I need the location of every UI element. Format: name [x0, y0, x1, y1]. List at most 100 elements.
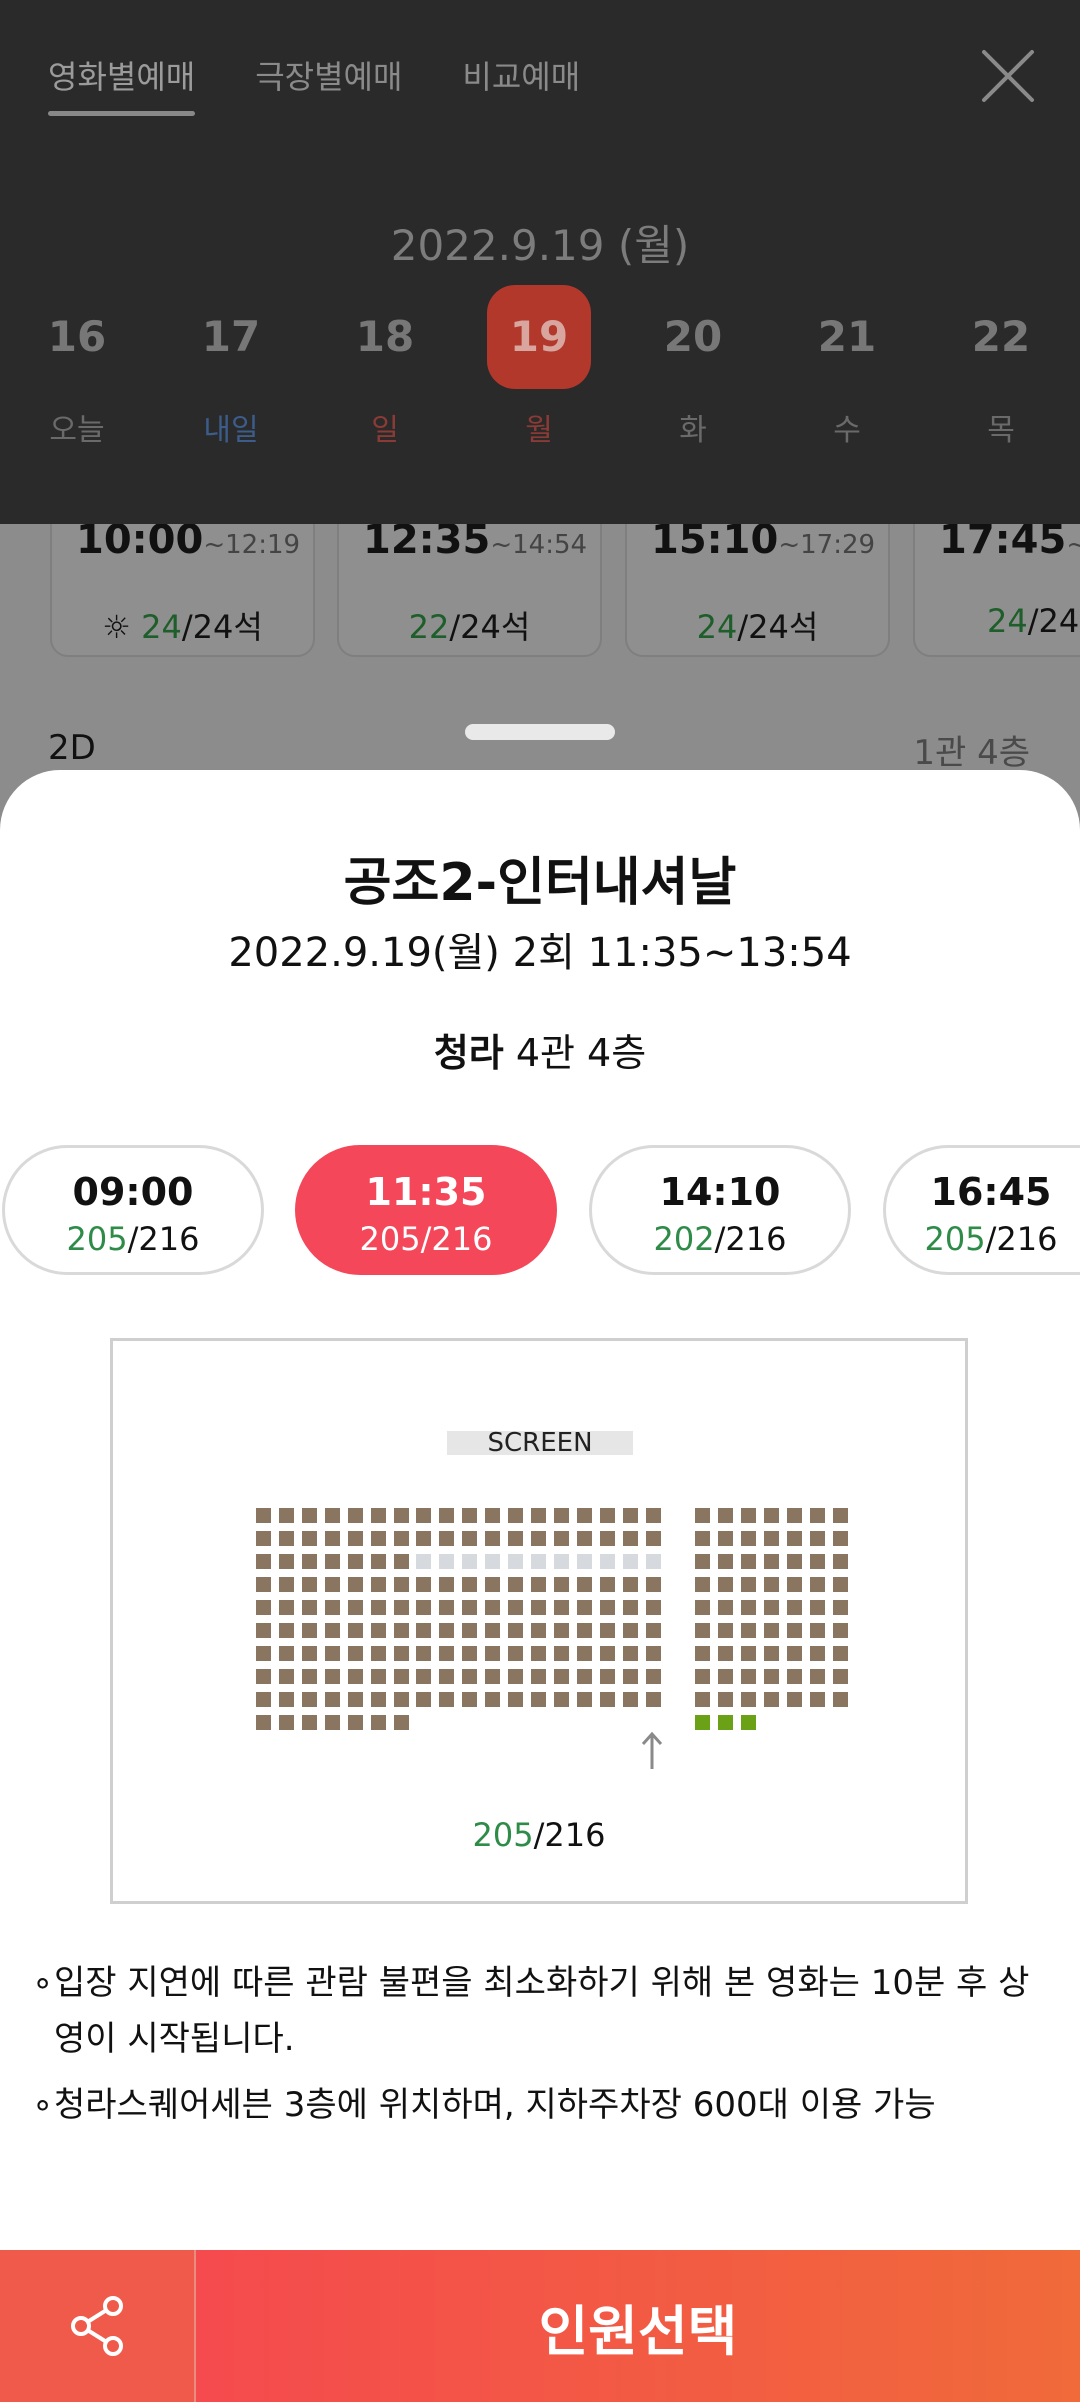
seat — [416, 1692, 431, 1707]
seat — [531, 1600, 546, 1615]
seat — [741, 1646, 756, 1661]
seat — [554, 1646, 569, 1661]
seat — [256, 1554, 271, 1569]
seat — [371, 1692, 386, 1707]
seat — [741, 1554, 756, 1569]
seat — [764, 1531, 779, 1546]
showtime-option-selected[interactable]: 11:35 205/216 — [295, 1145, 557, 1275]
seat — [279, 1531, 294, 1546]
seat — [764, 1646, 779, 1661]
seat — [695, 1577, 710, 1592]
seat — [695, 1692, 710, 1707]
seat — [371, 1508, 386, 1523]
seat — [462, 1577, 477, 1592]
seat — [600, 1508, 615, 1523]
date-item[interactable]: 20 화 — [641, 285, 745, 449]
seat-map-preview[interactable]: SCREEN 205/216 — [110, 1338, 968, 1904]
seat — [394, 1669, 409, 1684]
seats-total: /24석 — [737, 608, 819, 646]
seat — [600, 1646, 615, 1661]
date-item-selected[interactable]: 19 월 — [487, 285, 591, 449]
seat — [764, 1692, 779, 1707]
seat — [348, 1554, 363, 1569]
seat — [394, 1554, 409, 1569]
seat — [810, 1669, 825, 1684]
booking-header: 영화별예매 극장별예매 비교예매 2022.9.19 (월) 16 오늘 17 내일… — [0, 0, 1080, 524]
seat — [485, 1531, 500, 1546]
date-item[interactable]: 18 일 — [333, 285, 437, 449]
seat — [764, 1600, 779, 1615]
seat — [371, 1577, 386, 1592]
seat — [810, 1623, 825, 1638]
date-weekday: 오늘 — [49, 413, 105, 448]
seat — [279, 1669, 294, 1684]
select-people-button[interactable]: 인원선택 — [196, 2250, 1080, 2402]
seat — [577, 1531, 592, 1546]
seat — [279, 1508, 294, 1523]
showtime-time: 09:00 — [72, 1170, 194, 1214]
seat — [741, 1623, 756, 1638]
date-number: 20 — [663, 312, 723, 361]
date-number: 17 — [201, 312, 261, 361]
seat — [439, 1577, 454, 1592]
seat — [787, 1715, 802, 1730]
format-label: 2D — [48, 728, 96, 768]
seat — [394, 1692, 409, 1707]
seats-total: /216 — [127, 1220, 200, 1258]
seat — [718, 1531, 733, 1546]
showtime-option[interactable]: 09:00 205/216 — [2, 1145, 264, 1275]
seat — [787, 1623, 802, 1638]
share-button[interactable] — [0, 2250, 196, 2402]
seat — [279, 1646, 294, 1661]
seat — [416, 1577, 431, 1592]
seats-total: /216 — [533, 1816, 606, 1854]
seat — [302, 1715, 317, 1730]
seat — [577, 1623, 592, 1638]
seat — [508, 1646, 523, 1661]
movie-title: 공조2-인터내셔날 — [343, 853, 737, 913]
seat — [508, 1600, 523, 1615]
seat — [787, 1508, 802, 1523]
date-item[interactable]: 16 오늘 — [25, 285, 129, 449]
seat — [256, 1623, 271, 1638]
seat — [646, 1554, 661, 1569]
seat — [600, 1531, 615, 1546]
showtime-info: 2022.9.19(월) 2회 11:35~13:54 — [228, 930, 852, 976]
seat — [462, 1646, 477, 1661]
showtime-end: ~14:54 — [490, 530, 588, 560]
seat — [302, 1623, 317, 1638]
tab-by-movie[interactable]: 영화별예매 — [48, 52, 196, 116]
seat — [394, 1531, 409, 1546]
seat — [348, 1531, 363, 1546]
seat — [810, 1554, 825, 1569]
date-item[interactable]: 21 수 — [795, 285, 899, 449]
seat — [531, 1623, 546, 1638]
sheet-drag-handle[interactable] — [465, 724, 615, 740]
date-item[interactable]: 17 내일 — [179, 285, 283, 449]
date-number: 18 — [355, 312, 415, 361]
showtime-option[interactable]: 16:45 205/216 — [883, 1145, 1080, 1275]
seat — [508, 1623, 523, 1638]
showtime-option[interactable]: 14:10 202/216 — [589, 1145, 851, 1275]
seat — [764, 1623, 779, 1638]
close-icon[interactable] — [980, 48, 1036, 104]
seat — [508, 1531, 523, 1546]
tab-by-theater[interactable]: 극장별예매 — [255, 52, 402, 116]
seat — [833, 1623, 848, 1638]
date-item[interactable]: 22 목 — [949, 285, 1053, 449]
seat — [462, 1554, 477, 1569]
seat — [302, 1554, 317, 1569]
seat — [394, 1715, 409, 1730]
seats-total: /216 — [420, 1220, 493, 1258]
seat — [485, 1554, 500, 1569]
seat — [485, 1508, 500, 1523]
date-number: 21 — [817, 312, 877, 361]
tab-compare[interactable]: 비교예매 — [462, 52, 580, 116]
seat — [439, 1692, 454, 1707]
showtime-bottom-sheet: 공조2-인터내셔날 2022.9.19(월) 2회 11:35~13:54 청라… — [0, 770, 1080, 2402]
seats-available: 205 — [66, 1220, 128, 1258]
seat — [623, 1508, 638, 1523]
seat — [577, 1508, 592, 1523]
seat — [325, 1669, 340, 1684]
seat — [833, 1554, 848, 1569]
